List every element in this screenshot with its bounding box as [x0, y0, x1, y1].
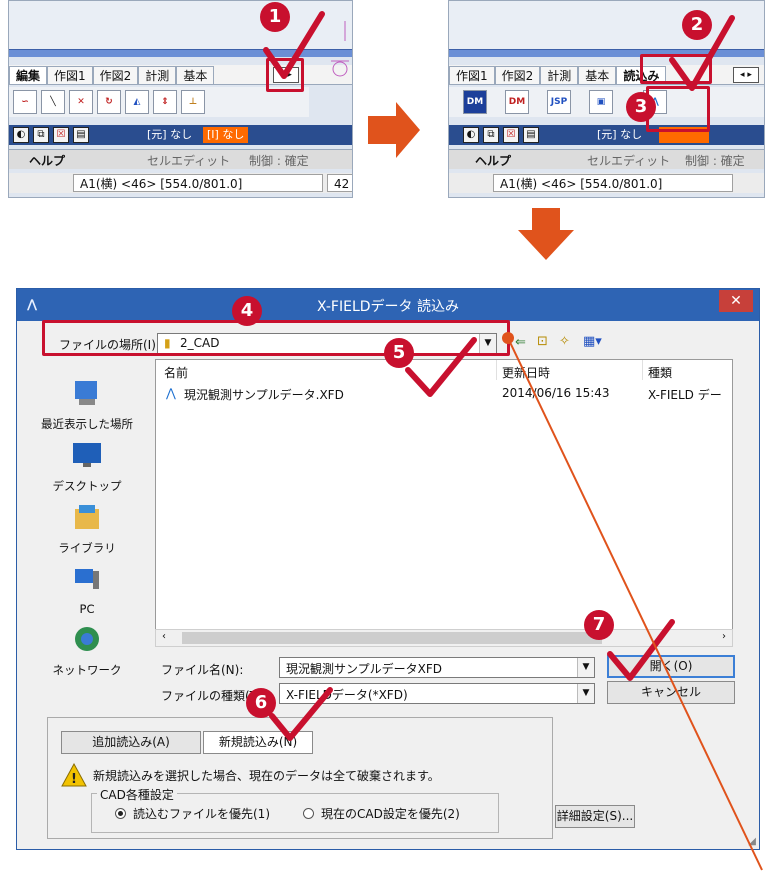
layer-current[interactable]: [I] なし [203, 127, 249, 143]
filename-label: ファイル名(N): [161, 663, 244, 677]
place-pc[interactable]: PC [27, 563, 147, 616]
tool-jsp-icon[interactable]: JSP [547, 90, 571, 114]
tool-image-icon[interactable]: ▣ [589, 90, 613, 114]
place-library[interactable]: ライブラリ [27, 501, 147, 556]
layer-delete-icon[interactable]: ☒ [53, 127, 69, 143]
place-label: 最近表示した場所 [41, 417, 133, 431]
control-label: 制御 : 確定 [249, 154, 309, 168]
status-coords: A1(横) <46> [554.0/801.0] [493, 174, 733, 192]
add-read-button[interactable]: 追加読込み(A) [61, 731, 201, 754]
tab-basic[interactable]: 基本 [578, 66, 617, 84]
place-desktop[interactable]: デスクトップ [27, 439, 147, 494]
scroll-left-icon[interactable]: ‹ [162, 631, 166, 642]
place-recent[interactable]: 最近表示した場所 [27, 377, 147, 432]
tab-draw1[interactable]: 作図1 [449, 66, 495, 84]
tab-edit[interactable]: 編集 [9, 66, 48, 84]
layer-original: [元] なし [597, 128, 643, 141]
help-label: ヘルプ [475, 154, 512, 168]
checkmark-icon [269, 687, 333, 741]
checkmark-icon [405, 337, 477, 397]
pointer-line [502, 332, 763, 871]
file-name[interactable]: 現況観測サンプルデータ.XFD [184, 386, 344, 403]
toolbar: ∽ ╲ ✕ ↻ ◭ ⇕ ⊥ [9, 87, 309, 117]
status-row-right: A1(横) <46> [554.0/801.0] [449, 173, 764, 193]
tool-fill-icon[interactable]: ◭ [125, 90, 149, 114]
tab-draw2[interactable]: 作図2 [92, 66, 139, 84]
step-number-3: 3 [626, 92, 656, 122]
xfd-file-icon: ⋀ [166, 386, 176, 400]
tab-draw2[interactable]: 作図2 [494, 66, 541, 84]
canvas-symbol [331, 21, 349, 77]
recent-places-icon [75, 381, 97, 405]
svg-text:!: ! [71, 772, 77, 787]
arrow-down-icon [518, 208, 574, 260]
radio-file-priority[interactable] [115, 808, 126, 819]
status-row: A1(横) <46> [554.0/801.0] 42 [9, 173, 352, 193]
column-separator [496, 360, 497, 380]
desktop-icon [73, 443, 101, 467]
control-label: 制御 : 確定 [685, 154, 745, 168]
filename-value: 現況観測サンプルデータXFD [286, 662, 443, 676]
checkmark-icon [669, 15, 735, 91]
tool-line-icon[interactable]: ╲ [41, 90, 65, 114]
radio-current-priority-label[interactable]: 現在のCAD設定を優先(2) [321, 805, 460, 822]
layer-original: [元] なし [147, 128, 193, 141]
help-row: ヘルプ セルエディット 制御 : 確定 [9, 149, 352, 169]
tool-rotate-icon[interactable]: ↻ [97, 90, 121, 114]
tab-basic[interactable]: 基本 [176, 66, 215, 84]
layer-copy-icon[interactable]: ⧉ [33, 127, 49, 143]
place-label: PC [79, 602, 95, 616]
close-button[interactable]: ✕ [719, 290, 753, 312]
layer-delete-icon[interactable]: ☒ [503, 127, 519, 143]
help-label: ヘルプ [29, 154, 66, 168]
help-row-right: ヘルプ セルエディット 制御 : 確定 [449, 149, 764, 169]
mode-label: セルエディット [147, 154, 231, 168]
tool-dm2-icon[interactable]: DM [505, 90, 529, 114]
library-icon [75, 505, 99, 529]
step-number-4: 4 [232, 296, 262, 326]
tool-dm-icon[interactable]: DM [463, 90, 487, 114]
network-icon [75, 627, 99, 651]
layer-copy-icon[interactable]: ⧉ [483, 127, 499, 143]
warning-icon: ! [61, 763, 87, 787]
tool-dimension-icon[interactable]: ⊥ [181, 90, 205, 114]
place-network[interactable]: ネットワーク [27, 623, 147, 678]
dialog-title: X-FIELDデータ 読込み [316, 299, 459, 315]
radio-current-priority[interactable] [303, 808, 314, 819]
layer-open-icon[interactable]: ◐ [13, 127, 29, 143]
checkmark-icon [263, 11, 325, 79]
cad-group-title: CAD各種設定 [97, 786, 177, 803]
layer-save-icon[interactable]: ▤ [73, 127, 89, 143]
warning-text: 新規読込みを選択した場合、現在のデータは全て破棄されます。 [93, 769, 440, 783]
place-label: ライブラリ [58, 541, 116, 555]
tool-eraser-icon[interactable]: ∽ [13, 90, 37, 114]
tool-cross-icon[interactable]: ✕ [69, 90, 93, 114]
layer-save-icon[interactable]: ▤ [523, 127, 539, 143]
tool-arrange-icon[interactable]: ⇕ [153, 90, 177, 114]
status-coords: A1(横) <46> [554.0/801.0] [73, 174, 323, 192]
arrow-right-icon [368, 102, 420, 158]
column-name[interactable]: 名前 [164, 364, 188, 381]
layer-open-icon[interactable]: ◐ [463, 127, 479, 143]
tab-measure[interactable]: 計測 [540, 66, 579, 84]
radio-file-priority-label[interactable]: 読込むファイルを優先(1) [133, 805, 270, 822]
mode-label: セルエディット [587, 154, 671, 168]
computer-icon [75, 569, 99, 589]
layer-bar: ◐ ⧉ ☒ ▤ [元] なし [I] なし [9, 125, 352, 145]
place-label: ネットワーク [52, 663, 122, 677]
layer-bar-right: ◐ ⧉ ☒ ▤ [元] なし [449, 125, 764, 145]
status-extra: 42 [327, 174, 352, 192]
dialog-titlebar: ⋀ X-FIELDデータ 読込み ✕ [17, 289, 759, 321]
tab-draw1[interactable]: 作図1 [47, 66, 93, 84]
tab-measure[interactable]: 計測 [138, 66, 177, 84]
place-label: デスクトップ [52, 479, 122, 493]
